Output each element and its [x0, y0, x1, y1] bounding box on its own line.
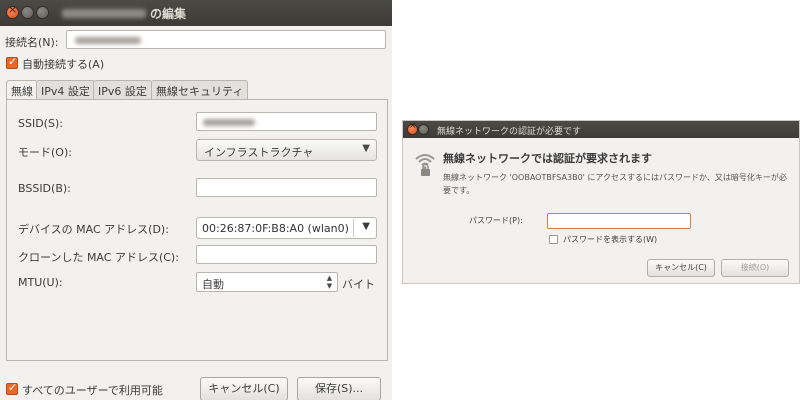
show-password-label: パスワードを表示する(W)	[563, 235, 658, 244]
mtu-spinbutton[interactable]: 自動 ▲ ▼	[196, 272, 338, 292]
device-mac-label: デバイスの MAC アドレス(D):	[18, 223, 169, 236]
maximize-window-button[interactable]	[37, 7, 48, 18]
cloned-mac-input[interactable]	[196, 245, 377, 264]
ssid-redacted-value	[203, 119, 255, 126]
show-password-checkbox[interactable]	[549, 235, 558, 244]
minimize-window-button[interactable]	[22, 7, 33, 18]
dialog-title-bar: 無線ネットワークの認証が必要です	[403, 121, 799, 138]
combo-separator	[353, 219, 354, 237]
window-title: の編集	[150, 7, 187, 21]
device-mac-value: 00:26:87:0F:B8:A0 (wlan0)	[202, 222, 349, 235]
wifi-auth-dialog: 無線ネットワークの認証が必要です 無線ネットワークでは認証が要求されます 無線ネ…	[402, 120, 800, 284]
mode-select[interactable]: インフラストラクチャ ▼	[196, 139, 377, 161]
password-label: パスワード(P):	[469, 216, 523, 225]
dialog-title: 無線ネットワークの認証が必要です	[437, 127, 582, 137]
minimize-dialog-button[interactable]	[419, 125, 428, 134]
ssid-label: SSID(S):	[18, 117, 63, 130]
mode-label: モード(O):	[18, 146, 72, 159]
auto-connect-label: 自動接続する(A)	[22, 58, 105, 71]
bssid-label: BSSID(B):	[18, 182, 71, 195]
tab-wireless-security[interactable]: 無線セキュリティ	[151, 80, 249, 100]
dialog-description: 無線ネットワーク 'OOBAOTBFSA3B0' にアクセスするにはパスワードか…	[443, 173, 787, 195]
ssid-input[interactable]	[196, 112, 377, 131]
cancel-button[interactable]: キャンセル(C)	[200, 377, 288, 400]
close-dialog-button[interactable]	[408, 121, 417, 134]
close-window-button[interactable]	[7, 3, 18, 18]
tab-wireless[interactable]: 無線	[6, 80, 38, 101]
cloned-mac-label: クローンした MAC アドレス(C):	[18, 251, 179, 264]
password-input[interactable]	[547, 213, 691, 229]
connection-name-label: 接続名(N):	[5, 36, 59, 49]
tab-ipv4[interactable]: IPv4 設定	[36, 80, 95, 100]
connection-editor-window: の編集 接続名(N): 自動接続する(A) 無線 IPv4 設定 IPv6 設定…	[0, 0, 392, 400]
decrement-icon[interactable]: ▼	[325, 282, 334, 291]
all-users-checkbox[interactable]	[6, 381, 18, 395]
wireless-lock-icon	[415, 154, 435, 176]
dialog-cancel-button[interactable]: キャンセル(C)	[647, 259, 715, 277]
all-users-label: すべてのユーザーで利用可能	[22, 384, 163, 397]
connection-name-redacted-value	[75, 37, 141, 44]
auto-connect-checkbox[interactable]	[6, 55, 18, 69]
chevron-down-icon: ▼	[362, 143, 370, 154]
bssid-input[interactable]	[196, 178, 377, 197]
connect-button[interactable]: 接続(O)	[721, 259, 789, 277]
device-mac-combo[interactable]: 00:26:87:0F:B8:A0 (wlan0) ▼	[196, 217, 377, 239]
mtu-unit: バイト	[342, 278, 375, 291]
connection-name-input[interactable]	[66, 30, 386, 49]
dialog-heading: 無線ネットワークでは認証が要求されます	[443, 152, 652, 165]
mode-value: インフラストラクチャ	[204, 146, 314, 159]
chevron-down-icon[interactable]: ▼	[362, 221, 370, 232]
connection-name-redacted	[62, 9, 146, 18]
mtu-label: MTU(U):	[18, 276, 63, 289]
title-bar: の編集	[0, 0, 392, 26]
save-button[interactable]: 保存(S)...	[297, 377, 381, 400]
tab-ipv6[interactable]: IPv6 設定	[93, 80, 152, 100]
mtu-value: 自動	[202, 278, 224, 291]
